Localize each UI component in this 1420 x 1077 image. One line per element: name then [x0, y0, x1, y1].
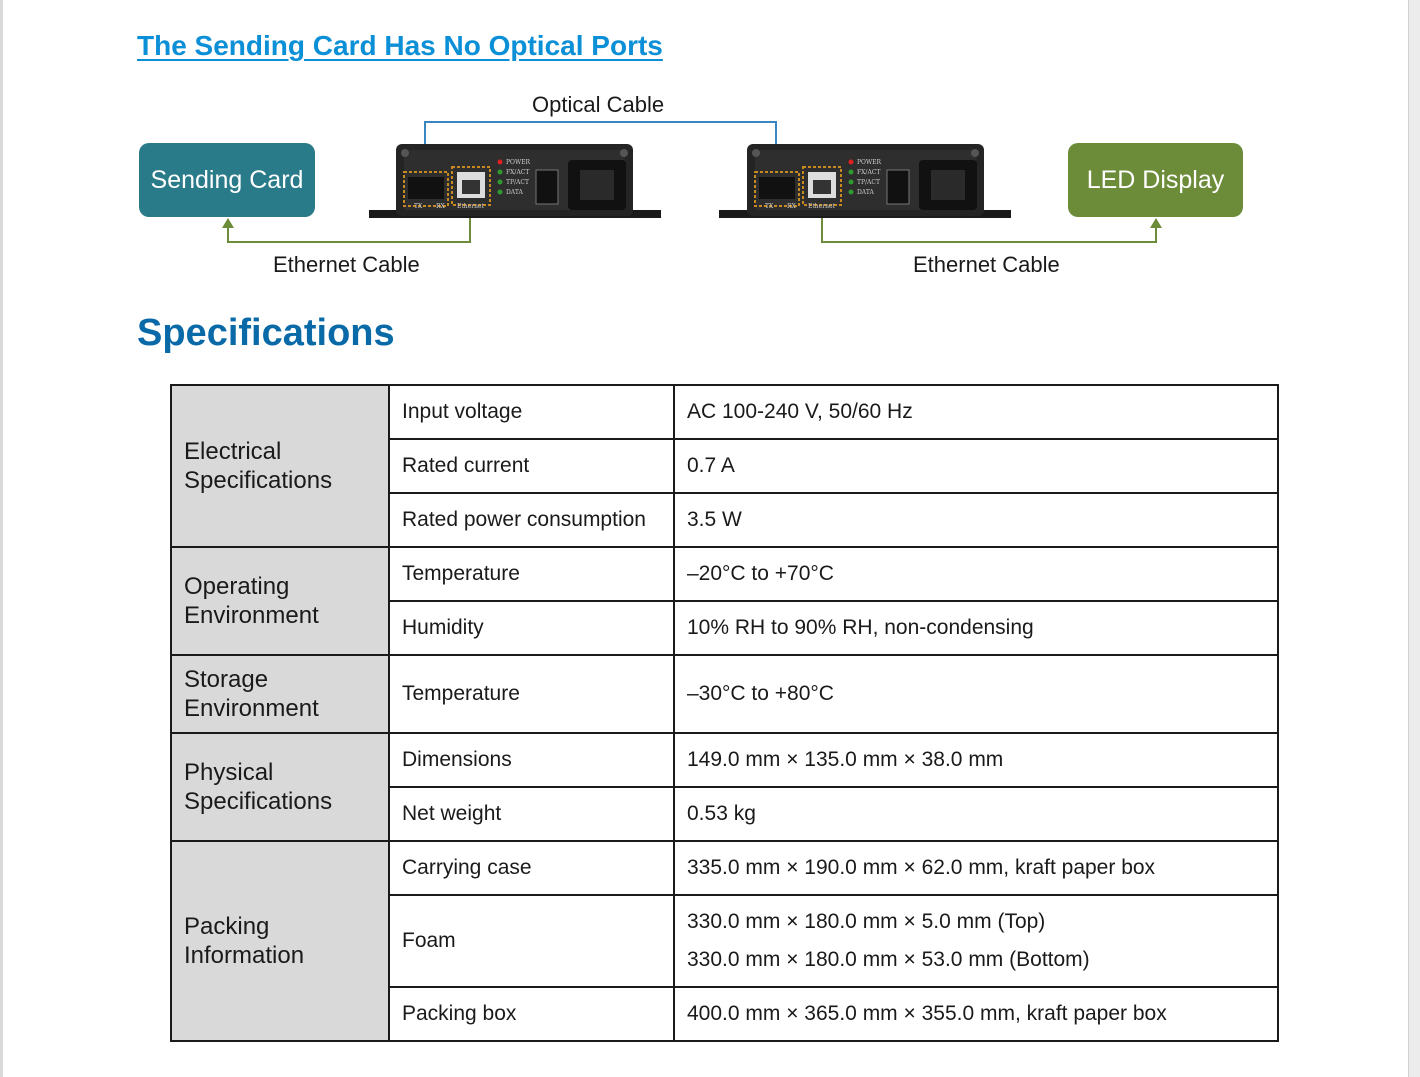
category-line: Operating [184, 573, 290, 600]
ethernet-cable-left-line [227, 215, 471, 243]
value-cell: 149.0 mm × 135.0 mm × 38.0 mm [673, 732, 1279, 788]
table-row: Storage Environment Temperature –30°C to… [170, 654, 1279, 734]
specifications-heading: Specifications [137, 312, 395, 354]
table-row: Packing Information Carrying case 335.0 … [170, 840, 1279, 1042]
param-cell: Rated power consumption [388, 492, 675, 548]
param-cell: Rated current [388, 438, 675, 494]
category-line: Specifications [184, 788, 333, 815]
param-cell: Humidity [388, 600, 675, 656]
value-cell: 0.53 kg [673, 786, 1279, 842]
category-cell: Physical Specifications [170, 732, 390, 842]
ethernet-arrow-right [1150, 218, 1162, 228]
value-cell: AC 100-240 V, 50/60 Hz [673, 384, 1279, 440]
device-right-port-label: TX [765, 203, 774, 210]
ethernet-cable-left-label: Ethernet Cable [273, 252, 420, 277]
param-cell: Temperature [388, 546, 675, 602]
category-line: Environment [184, 695, 319, 722]
connection-diagram: POWER FX/ACT TP/ACT DATA TX RX Ethernet … [0, 80, 1420, 300]
device-right-led-label: POWER [857, 159, 882, 166]
value-cell: –20°C to +70°C [673, 546, 1279, 602]
device-left-led-label: POWER [506, 159, 531, 166]
table-row: Physical Specifications Dimensions 149.0… [170, 732, 1279, 842]
value-cell: 335.0 mm × 190.0 mm × 62.0 mm, kraft pap… [673, 840, 1279, 896]
value-cell: 400.0 mm × 365.0 mm × 355.0 mm, kraft pa… [673, 986, 1279, 1042]
device-left-port-label: Ethernet [457, 203, 484, 210]
value-line: 330.0 mm × 180.0 mm × 5.0 mm (Top) [687, 910, 1046, 933]
category-line: Physical [184, 759, 274, 786]
device-right-led-label: FX/ACT [857, 169, 880, 176]
device-left-led-label: DATA [506, 189, 523, 196]
ethernet-cable-right-line [821, 215, 1157, 243]
value-cell: 3.5 W [673, 492, 1279, 548]
category-cell: Operating Environment [170, 546, 390, 656]
ethernet-arrow-left [222, 218, 234, 228]
category-cell: Packing Information [170, 840, 390, 1042]
device-left-port-label: TX [414, 203, 423, 210]
device-left-port-label: RX [436, 203, 446, 210]
param-cell: Carrying case [388, 840, 675, 896]
table-row: Operating Environment Temperature –20°C … [170, 546, 1279, 656]
section-title-link[interactable]: The Sending Card Has No Optical Ports [137, 30, 663, 62]
value-cell: –30°C to +80°C [673, 654, 1279, 734]
device-left-led-label: TP/ACT [506, 179, 529, 186]
param-cell: Input voltage [388, 384, 675, 440]
param-cell: Net weight [388, 786, 675, 842]
device-left-led-label: FX/ACT [506, 169, 529, 176]
category-cell: Storage Environment [170, 654, 390, 734]
param-cell: Foam [388, 894, 675, 988]
value-cell: 10% RH to 90% RH, non-condensing [673, 600, 1279, 656]
device-right-port-label: RX [787, 203, 797, 210]
category-line: Environment [184, 602, 319, 629]
led-display-box: LED Display [1068, 143, 1243, 217]
category-line: Electrical [184, 438, 282, 465]
param-cell: Temperature [388, 654, 675, 734]
sending-card-box: Sending Card [139, 143, 315, 217]
value-cell: 330.0 mm × 180.0 mm × 5.0 mm (Top) 330.0… [673, 894, 1279, 988]
category-line: Packing [184, 913, 270, 940]
category-line: Information [184, 942, 305, 969]
ethernet-cable-right-label: Ethernet Cable [913, 252, 1060, 277]
value-cell: 0.7 A [673, 438, 1279, 494]
category-cell: Electrical Specifications [170, 384, 390, 548]
device-right-led-label: TP/ACT [857, 179, 880, 186]
device-right-led-label: DATA [857, 189, 874, 196]
param-cell: Dimensions [388, 732, 675, 788]
optical-cable-label: Optical Cable [532, 92, 665, 117]
specifications-table: Electrical Specifications Input voltage … [170, 384, 1279, 1042]
category-line: Specifications [184, 467, 333, 494]
param-cell: Packing box [388, 986, 675, 1042]
category-line: Storage [184, 666, 269, 693]
device-right-port-label: Ethernet [808, 203, 835, 210]
table-row: Electrical Specifications Input voltage … [170, 384, 1279, 548]
value-line: 330.0 mm × 180.0 mm × 53.0 mm (Bottom) [687, 948, 1090, 971]
